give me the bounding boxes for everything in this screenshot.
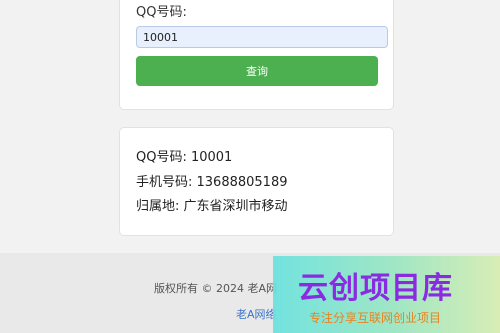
footer-link[interactable]: 老A网络 (236, 306, 277, 322)
watermark-overlay: 云创项目库 专注分享互联网创业项目 (273, 256, 500, 333)
result-phone-number: 手机号码: 13688805189 (136, 175, 288, 190)
copyright-text: 版权所有 © 2024 老A网 (154, 282, 278, 295)
watermark-title: 云创项目库 (298, 271, 453, 306)
watermark-subtitle: 专注分享互联网创业项目 (309, 311, 442, 325)
result-card: QQ号码: 10001 手机号码: 13688805189 归属地: 广东省深圳… (119, 127, 394, 236)
qq-number-input[interactable] (136, 26, 388, 48)
qq-number-label: QQ号码: (136, 5, 187, 20)
query-button[interactable]: 查询 (136, 56, 378, 86)
result-qq-number: QQ号码: 10001 (136, 150, 233, 165)
result-location: 归属地: 广东省深圳市移动 (136, 199, 288, 214)
query-form-card: QQ号码: 查询 (119, 0, 394, 110)
